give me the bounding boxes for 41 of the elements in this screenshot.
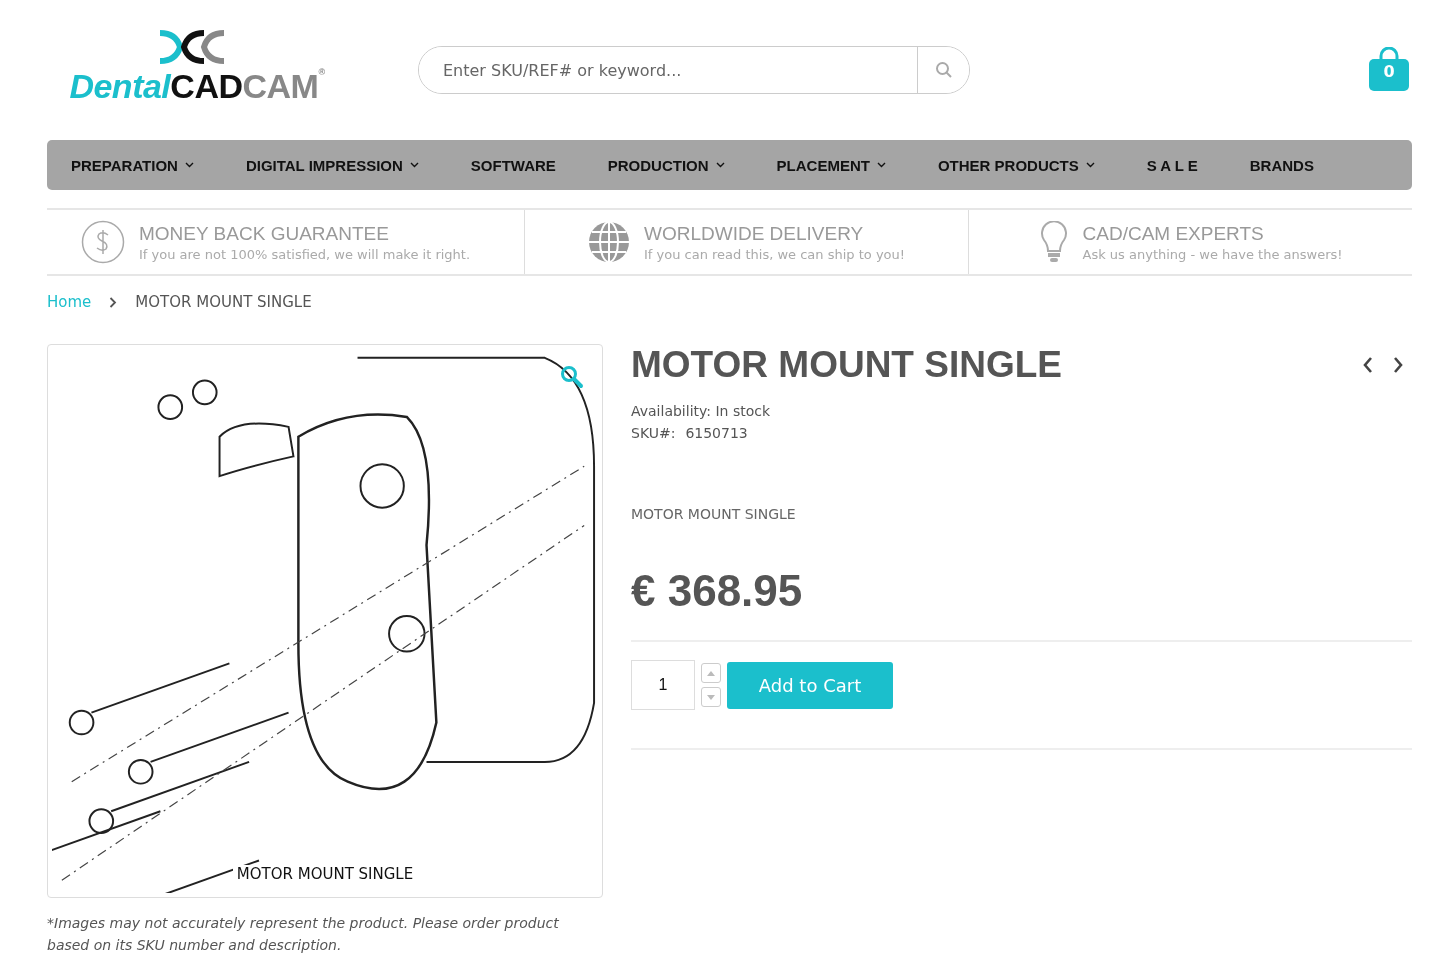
nav-item[interactable]: PREPARATION	[71, 156, 194, 174]
product-price: € 368.95	[631, 566, 804, 616]
search-button[interactable]	[917, 47, 969, 93]
chevron-right-icon	[109, 296, 118, 308]
sku-value: 6150713	[685, 424, 748, 443]
increase-button[interactable]	[701, 663, 721, 683]
cart-count: 0	[1382, 62, 1396, 81]
shopping-bag-icon[interactable]	[1368, 47, 1410, 93]
nav-item[interactable]: PRODUCTION	[607, 156, 725, 174]
logo-wordmark[interactable]: DentalCADCAM$^{®}$	[69, 66, 325, 106]
globe-icon	[588, 221, 630, 263]
feature-title: WORLDWIDE DELIVERY	[644, 222, 865, 245]
previous-icon[interactable]	[1362, 356, 1374, 374]
nav-item[interactable]: SOFTWARE	[470, 156, 556, 174]
product-description: MOTOR MOUNT SINGLE	[631, 506, 797, 522]
feature-text: If you are not 100% satisfied, we will make it right.	[139, 246, 471, 262]
disclaimer-text: *Images may not accurately represent the product. Please order product based on its SKU number and description.	[47, 914, 560, 955]
logo-icon	[158, 28, 226, 65]
availability-text: Availability: In stock	[631, 402, 772, 421]
feature-title: CAD/CAM EXPERTS	[1082, 222, 1265, 245]
nav-item[interactable]: S A L E	[1146, 156, 1198, 174]
sku-label: SKU#:	[631, 424, 676, 443]
decrease-button[interactable]	[701, 687, 721, 707]
next-icon[interactable]	[1392, 356, 1404, 374]
zoom-icon[interactable]	[560, 365, 584, 389]
lightbulb-icon	[1038, 221, 1069, 263]
up-arrow-icon	[707, 670, 715, 676]
feature-text: If you can read this, we can ship to you!	[644, 246, 905, 262]
nav-item[interactable]: DIGITAL IMPRESSION	[245, 156, 419, 174]
product-title: MOTOR MOUNT SINGLE	[631, 344, 1062, 386]
nav-item[interactable]: BRANDS	[1249, 156, 1314, 174]
dollar-icon	[81, 220, 125, 264]
search-field[interactable]: Enter SKU/REF# or keyword...	[418, 46, 970, 94]
feature-text: Ask us anything - we have the answers!	[1082, 246, 1343, 262]
nav-item[interactable]: OTHER PRODUCTS	[937, 156, 1095, 174]
down-arrow-icon	[707, 694, 715, 700]
search-icon	[934, 61, 953, 79]
quantity-field[interactable]: 1	[631, 660, 695, 710]
breadcrumb-current: MOTOR MOUNT SINGLE	[135, 293, 312, 311]
feature-title: MONEY BACK GUARANTEE	[139, 222, 390, 245]
nav-item[interactable]: PLACEMENT	[776, 156, 886, 174]
